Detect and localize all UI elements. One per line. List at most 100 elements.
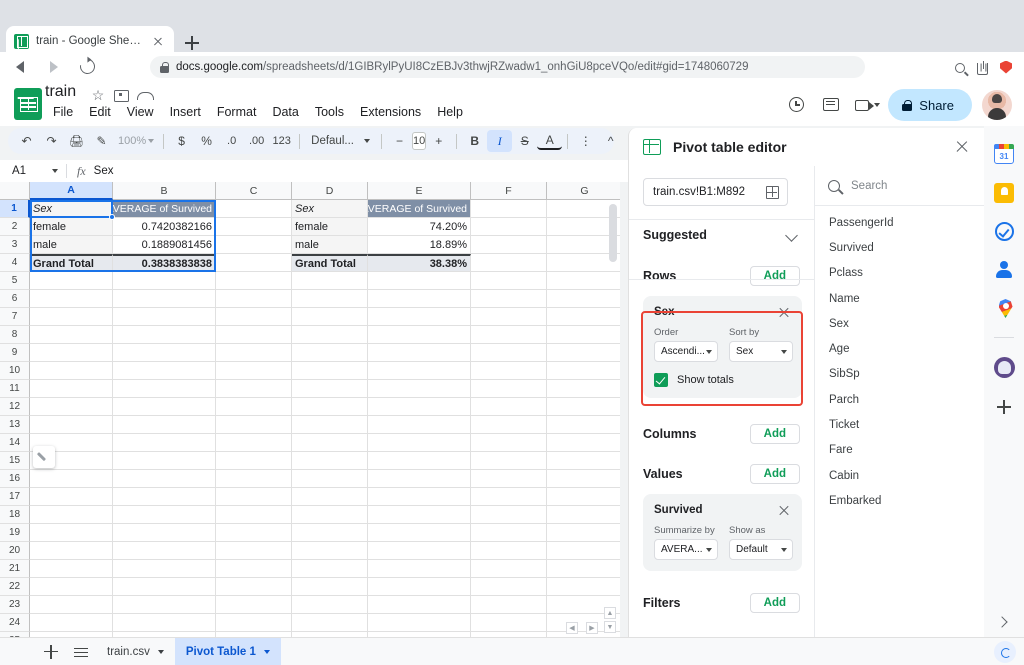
field-item[interactable]: Survived [815, 235, 985, 260]
cell-a2[interactable]: female [30, 218, 113, 236]
cell-empty[interactable] [113, 596, 216, 614]
pencil-icon[interactable] [33, 446, 55, 468]
cell-empty[interactable] [292, 290, 368, 308]
cell-empty[interactable] [547, 560, 620, 578]
cell-empty[interactable] [547, 488, 620, 506]
cell-empty[interactable] [292, 380, 368, 398]
cell-empty[interactable] [292, 434, 368, 452]
bold-button[interactable]: B [462, 130, 487, 152]
cell-empty[interactable] [547, 452, 620, 470]
sheet-tab-pivot-table-1[interactable]: Pivot Table 1 [174, 637, 281, 665]
cell-empty[interactable] [471, 434, 547, 452]
cell-empty[interactable] [368, 614, 471, 632]
cell-empty[interactable] [216, 506, 292, 524]
field-item[interactable]: Sex [815, 311, 985, 336]
column-header-c[interactable]: C [216, 182, 292, 200]
cell-d3[interactable]: male [292, 236, 368, 254]
keep-icon[interactable] [994, 183, 1014, 203]
cell-empty[interactable] [30, 326, 113, 344]
fill-handle[interactable] [109, 214, 115, 220]
cell-empty[interactable] [216, 200, 292, 218]
data-range-input[interactable]: train.csv!B1:M892 [643, 178, 788, 206]
cell-empty[interactable] [368, 524, 471, 542]
cell-empty[interactable] [113, 398, 216, 416]
cell-empty[interactable] [471, 416, 547, 434]
menu-format[interactable]: Format [209, 102, 265, 122]
cell-empty[interactable] [368, 362, 471, 380]
row-header-23[interactable]: 23 [0, 596, 30, 614]
close-tab-icon[interactable] [150, 33, 166, 49]
maps-icon[interactable] [998, 299, 1013, 318]
cell-empty[interactable] [113, 344, 216, 362]
address-bar[interactable]: docs.google.com/spreadsheets/d/1GIBRylPy… [150, 56, 865, 78]
cell-empty[interactable] [292, 398, 368, 416]
contacts-icon[interactable] [994, 260, 1014, 280]
cell-d2[interactable]: female [292, 218, 368, 236]
column-header-g[interactable]: G [547, 182, 620, 200]
cell-empty[interactable] [368, 596, 471, 614]
cell-empty[interactable] [471, 614, 547, 632]
row-header-19[interactable]: 19 [0, 524, 30, 542]
addon-icon[interactable] [993, 357, 1015, 378]
cell-empty[interactable] [113, 272, 216, 290]
cell-empty[interactable] [471, 488, 547, 506]
column-header-a[interactable]: A [30, 182, 113, 200]
chevron-down-icon[interactable] [263, 649, 270, 654]
cell-empty[interactable] [471, 344, 547, 362]
vertical-scrollbar[interactable] [609, 204, 617, 262]
cell-empty[interactable] [216, 236, 292, 254]
cell-empty[interactable] [113, 578, 216, 596]
reload-button[interactable] [74, 53, 102, 81]
select-all-corner[interactable] [0, 182, 30, 200]
version-history-icon[interactable] [780, 88, 814, 122]
field-item[interactable]: Name [815, 286, 985, 311]
cell-empty[interactable] [216, 218, 292, 236]
row-header-14[interactable]: 14 [0, 434, 30, 452]
more-formats-button[interactable]: 123 [269, 130, 294, 152]
cell-d4[interactable]: Grand Total [292, 254, 368, 272]
cell-empty[interactable] [216, 488, 292, 506]
cell-empty[interactable] [292, 542, 368, 560]
field-item[interactable]: Embarked [815, 488, 985, 513]
select-range-icon[interactable] [766, 185, 779, 199]
cell-empty[interactable] [368, 308, 471, 326]
font-family-selector[interactable]: Defaul... [305, 135, 376, 147]
cell-empty[interactable] [292, 578, 368, 596]
row-header-22[interactable]: 22 [0, 578, 30, 596]
cell-empty[interactable] [216, 272, 292, 290]
row-header-13[interactable]: 13 [0, 416, 30, 434]
remove-values-field-icon[interactable] [777, 503, 791, 517]
close-icon[interactable] [951, 136, 973, 158]
cell-empty[interactable] [216, 326, 292, 344]
row-header-10[interactable]: 10 [0, 362, 30, 380]
cell-a4[interactable]: Grand Total [30, 254, 113, 272]
cell-empty[interactable] [471, 452, 547, 470]
menu-help[interactable]: Help [429, 102, 471, 122]
cell-empty[interactable] [30, 308, 113, 326]
cell-empty[interactable] [471, 308, 547, 326]
print-button[interactable]: 🖨 [64, 130, 89, 152]
document-title[interactable]: train [45, 83, 76, 101]
field-item[interactable]: Fare [815, 438, 985, 463]
cell-empty[interactable] [113, 308, 216, 326]
cell-empty[interactable] [292, 308, 368, 326]
cell-empty[interactable] [30, 614, 113, 632]
cell-empty[interactable] [368, 506, 471, 524]
cell-empty[interactable] [471, 506, 547, 524]
collapse-toolbar-icon[interactable]: ^ [598, 130, 623, 152]
name-box[interactable]: A1 [0, 165, 66, 177]
cell-empty[interactable] [547, 506, 620, 524]
spreadsheet-grid[interactable]: A B C D E F G 1 2 3 4 5 6 7 8 9 10 11 12 13 14 15 16 17 1… [0, 182, 620, 637]
cell-empty[interactable] [216, 578, 292, 596]
cell-empty[interactable] [547, 542, 620, 560]
column-header-f[interactable]: F [471, 182, 547, 200]
increase-decimal-button[interactable]: .00 [244, 130, 269, 152]
row-header-4[interactable]: 4 [0, 254, 30, 272]
strikethrough-button[interactable]: S [512, 130, 537, 152]
cell-empty[interactable] [30, 488, 113, 506]
cell-a1[interactable]: Sex [30, 200, 113, 218]
cell-empty[interactable] [113, 362, 216, 380]
all-sheets-button[interactable] [66, 638, 96, 665]
cell-empty[interactable] [547, 344, 620, 362]
menu-view[interactable]: View [119, 102, 162, 122]
